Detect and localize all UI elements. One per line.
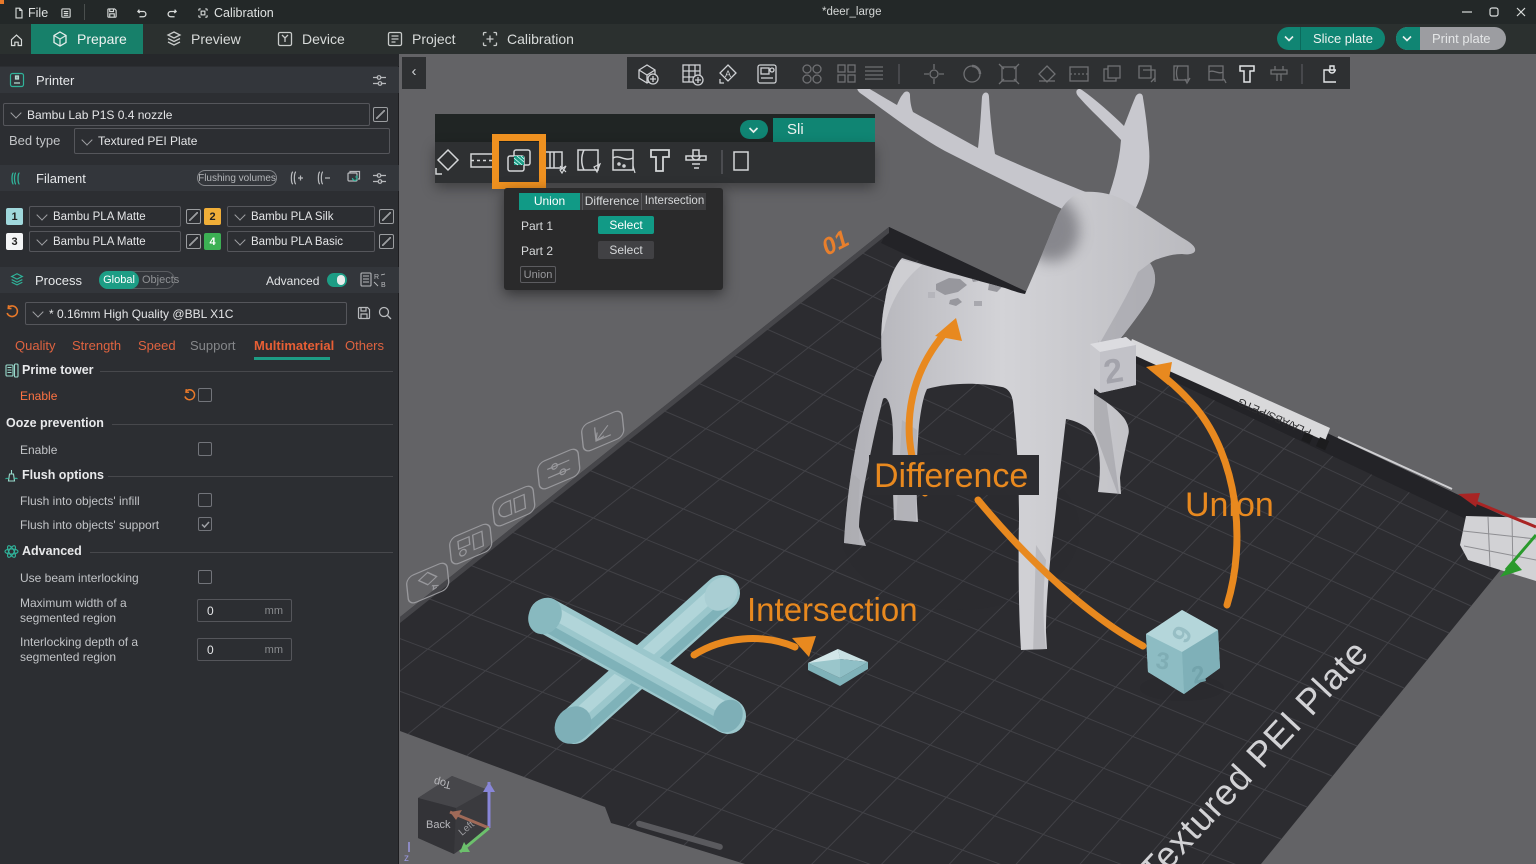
svg-text:01: 01	[817, 225, 853, 261]
svg-text:R: R	[374, 274, 379, 281]
svg-text:A: A	[725, 69, 731, 79]
svg-text:B: B	[381, 282, 386, 289]
svg-text:Back: Back	[426, 819, 451, 831]
svg-text:Union: Union	[1185, 486, 1274, 524]
svg-text:z: z	[404, 853, 409, 864]
svg-text:Intersection: Intersection	[747, 591, 918, 628]
svg-text:Difference: Difference	[874, 457, 1028, 495]
